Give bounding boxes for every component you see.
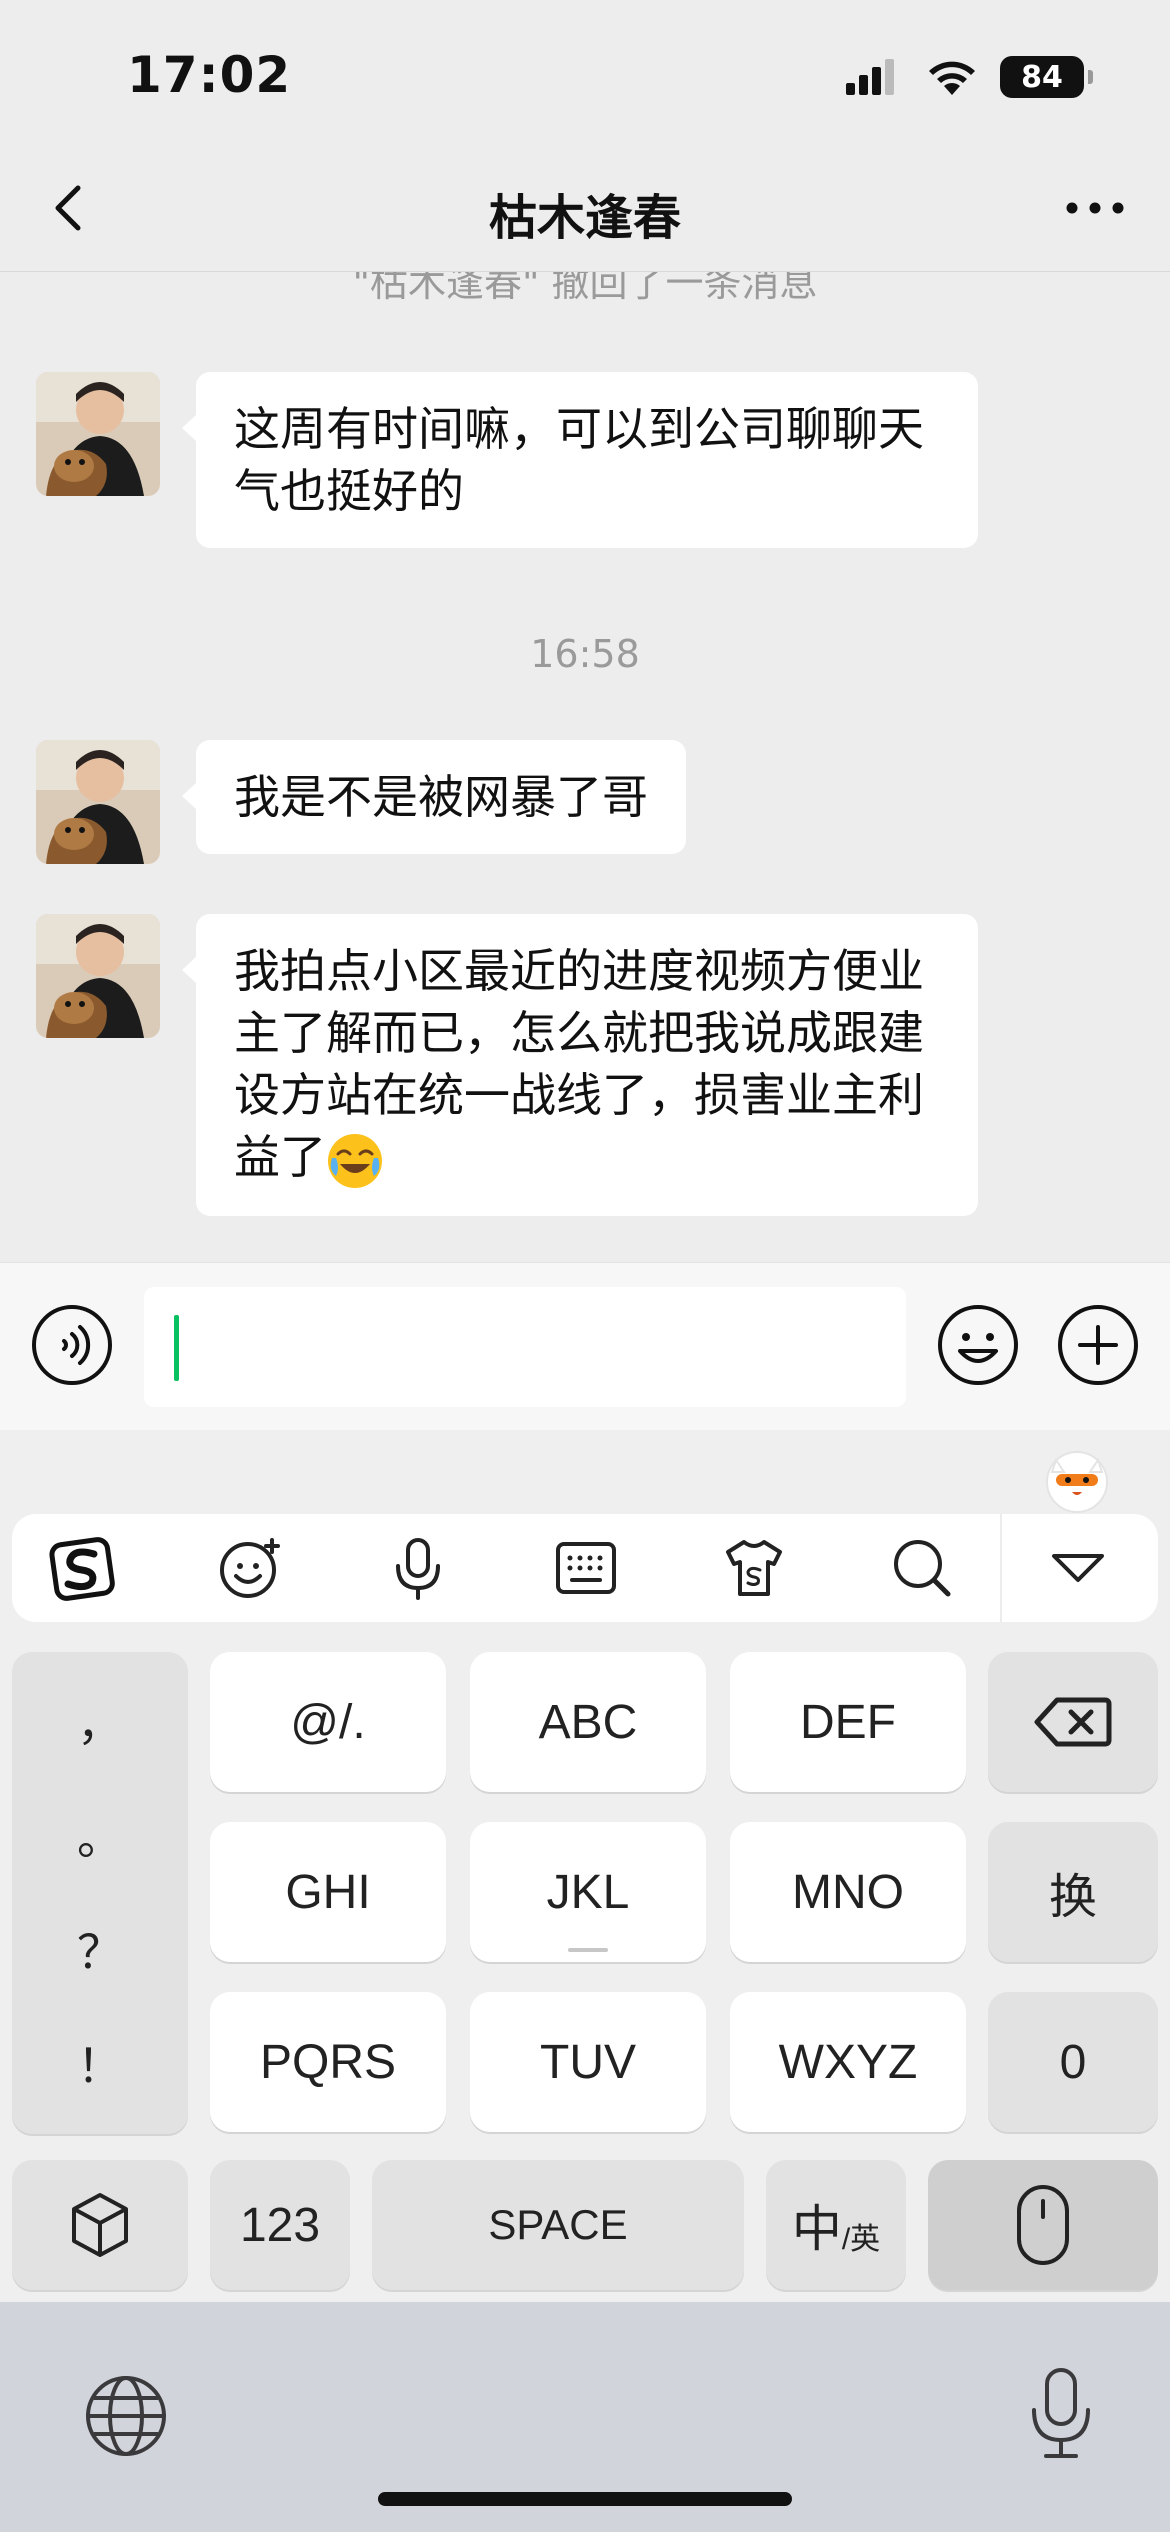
home-indicator[interactable] bbox=[378, 2492, 792, 2506]
avatar[interactable] bbox=[36, 914, 160, 1038]
message-bubble[interactable]: 这周有时间嘛，可以到公司聊聊天气也挺好的 bbox=[182, 372, 978, 548]
key-wxyz[interactable]: WXYZ bbox=[730, 1992, 966, 2132]
sogou-logo-icon[interactable] bbox=[48, 1534, 116, 1602]
keyboard-mascot-icon[interactable] bbox=[1042, 1444, 1112, 1514]
avatar-photo bbox=[36, 372, 160, 496]
message-timestamp: 16:58 bbox=[530, 632, 640, 676]
mouse-cursor-key[interactable] bbox=[928, 2160, 1158, 2290]
mouse-icon bbox=[1017, 2185, 1069, 2265]
battery-indicator: 84 bbox=[1000, 56, 1093, 98]
key-ghi[interactable]: GHI bbox=[210, 1822, 446, 1962]
home-row-mark bbox=[568, 1948, 608, 1952]
search-icon[interactable] bbox=[888, 1534, 956, 1602]
language-switch-key[interactable]: 中/英 bbox=[766, 2160, 906, 2290]
toolbar-divider bbox=[1000, 1514, 1002, 1622]
punct-key[interactable]: 。 bbox=[12, 1802, 188, 1868]
wifi-icon bbox=[929, 61, 975, 95]
space-key[interactable]: SPACE bbox=[372, 2160, 744, 2290]
crying-laughing-emoji-icon bbox=[328, 1133, 382, 1188]
key-tuv[interactable]: TUV bbox=[470, 1992, 706, 2132]
keyboard-toolbar bbox=[12, 1514, 1158, 1622]
skin-theme-icon[interactable] bbox=[720, 1534, 788, 1602]
system-bottom-bar bbox=[0, 2302, 1170, 2532]
chat-title: 枯木逢春 bbox=[488, 190, 681, 246]
punct-key[interactable]: ， bbox=[12, 1688, 188, 1754]
recall-notice: "枯木逢春" 撤回了一条消息 bbox=[352, 272, 818, 305]
voice-input-icon[interactable] bbox=[30, 1303, 114, 1387]
message-row: 这周有时间嘛，可以到公司聊聊天气也挺好的 bbox=[36, 372, 978, 548]
status-time: 17:02 bbox=[127, 46, 292, 104]
message-bubble[interactable]: 我拍点小区最近的进度视频方便业主了解而已，怎么就把我说成跟建设方站在统一战线了，… bbox=[182, 914, 978, 1216]
key-symbols[interactable]: @/. bbox=[210, 1652, 446, 1792]
avatar[interactable] bbox=[36, 372, 160, 496]
message-text: 这周有时间嘛，可以到公司聊聊天气也挺好的 bbox=[234, 402, 924, 518]
message-text: 我是不是被网暴了哥 bbox=[234, 770, 648, 824]
punct-key[interactable]: ！ bbox=[12, 2030, 188, 2096]
more-icon[interactable] bbox=[1060, 178, 1130, 238]
key-abc[interactable]: ABC bbox=[470, 1652, 706, 1792]
chat-area: "枯木逢春" 撤回了一条消息 这周有时间嘛，可以到公司聊聊天气也挺好的 16:5… bbox=[0, 272, 1170, 1262]
status-bar: 17:02 84 bbox=[0, 0, 1170, 150]
zero-key[interactable]: 0 bbox=[988, 1992, 1158, 2132]
nav-bar: 枯木逢春 bbox=[0, 150, 1170, 272]
keyboard: ， 。 ？ ！ @/. ABC DEF GHI JKL MNO 换 PQRS T… bbox=[0, 1430, 1170, 2302]
microphone-icon[interactable] bbox=[384, 1534, 452, 1602]
switch-key[interactable]: 换 bbox=[988, 1822, 1158, 1962]
language-key-main: 中 bbox=[791, 2201, 842, 2257]
dictation-mic-icon[interactable] bbox=[1028, 2366, 1094, 2462]
message-bubble[interactable]: 我是不是被网暴了哥 bbox=[182, 740, 686, 854]
message-row: 我拍点小区最近的进度视频方便业主了解而已，怎么就把我说成跟建设方站在统一战线了，… bbox=[36, 914, 978, 1216]
backspace-icon bbox=[1034, 1697, 1112, 1747]
cube-icon bbox=[72, 2193, 128, 2257]
avatar-photo bbox=[36, 914, 160, 1038]
emoji-picker-icon[interactable] bbox=[936, 1303, 1020, 1387]
globe-icon[interactable] bbox=[82, 2372, 170, 2460]
key-def[interactable]: DEF bbox=[730, 1652, 966, 1792]
punct-key[interactable]: ？ bbox=[12, 1916, 188, 1982]
cellular-signal-icon bbox=[846, 59, 894, 95]
message-input-bar bbox=[0, 1262, 1170, 1430]
text-caret bbox=[174, 1315, 179, 1381]
collapse-keyboard-icon[interactable] bbox=[1044, 1534, 1112, 1602]
status-icons: 84 bbox=[846, 56, 1093, 98]
keyboard-layout-icon[interactable] bbox=[552, 1534, 620, 1602]
emoji-sticker-icon[interactable] bbox=[216, 1534, 284, 1602]
backspace-key[interactable] bbox=[988, 1652, 1158, 1792]
punctuation-column: ， 。 ？ ！ bbox=[12, 1652, 188, 2134]
message-input[interactable] bbox=[144, 1287, 906, 1407]
avatar[interactable] bbox=[36, 740, 160, 864]
cube-app-key[interactable] bbox=[12, 2160, 188, 2290]
message-row: 我是不是被网暴了哥 bbox=[36, 740, 686, 864]
key-mno[interactable]: MNO bbox=[730, 1822, 966, 1962]
key-pqrs[interactable]: PQRS bbox=[210, 1992, 446, 2132]
language-key-sub: /英 bbox=[841, 2223, 881, 2256]
avatar-photo bbox=[36, 740, 160, 864]
add-attachment-icon[interactable] bbox=[1056, 1303, 1140, 1387]
key-jkl[interactable]: JKL bbox=[470, 1822, 706, 1962]
numbers-key[interactable]: 123 bbox=[210, 2160, 350, 2290]
key-jkl-label: JKL bbox=[546, 1865, 630, 1919]
battery-level: 84 bbox=[1021, 59, 1063, 95]
